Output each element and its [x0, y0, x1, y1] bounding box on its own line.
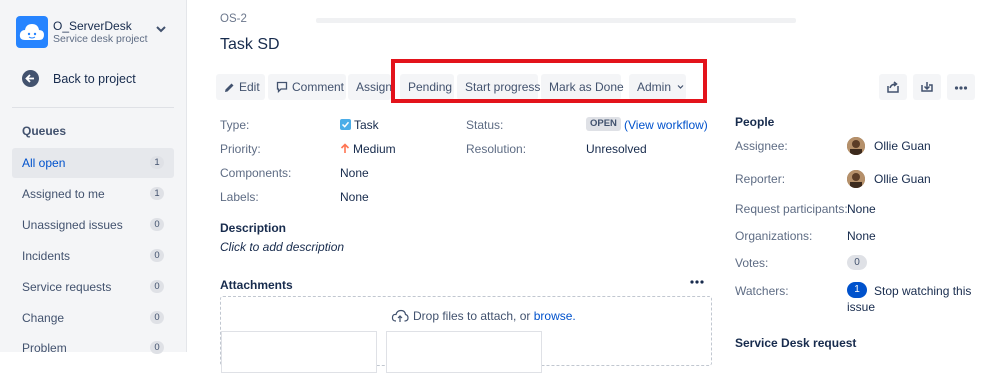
queue-item-change[interactable]: Change 0 [12, 303, 174, 333]
arrow-up-icon [340, 143, 350, 153]
edit-label: Edit [239, 80, 260, 94]
labels-value: None [340, 190, 369, 204]
assignee-label: Assignee: [735, 139, 788, 153]
queue-label: Problem [22, 341, 67, 355]
sidebar-divider [12, 107, 174, 108]
labels-label: Labels: [220, 190, 259, 204]
votes-label: Votes: [735, 256, 769, 270]
attachments-more-icon[interactable] [690, 278, 704, 286]
project-name: O_ServerDesk [53, 19, 132, 33]
queue-count: 1 [150, 156, 164, 169]
status-label: Status: [466, 118, 504, 132]
queue-count: 0 [150, 341, 164, 354]
queue-item-incidents[interactable]: Incidents 0 [12, 241, 174, 271]
attachments-title: Attachments [220, 278, 293, 292]
reporter-label: Reporter: [735, 172, 786, 186]
reporter-value[interactable]: Ollie Guan [874, 172, 931, 186]
back-label: Back to project [53, 72, 136, 86]
queue-label: Service requests [22, 280, 112, 294]
votes-count[interactable]: 0 [847, 255, 867, 270]
project-type: Service desk project [53, 33, 148, 45]
pencil-icon [225, 83, 234, 92]
project-avatar-icon [16, 16, 48, 48]
type-label: Type: [220, 118, 250, 132]
attachment-thumb[interactable] [221, 331, 377, 373]
issue-key[interactable]: OS-2 [220, 13, 247, 25]
queue-item-assigned-to-me[interactable]: Assigned to me 1 [12, 179, 174, 209]
components-value: None [340, 166, 369, 180]
queues-title: Queues [22, 124, 67, 138]
drop-label: Drop files to attach, or [413, 309, 531, 323]
avatar [847, 170, 865, 188]
attachment-thumb[interactable] [386, 331, 542, 373]
cloud-upload-icon [391, 309, 409, 322]
queue-label: Unassigned issues [22, 218, 123, 232]
priority-value: Medium [340, 142, 396, 156]
priority-text: Medium [353, 142, 396, 156]
assignee-value[interactable]: Ollie Guan [874, 139, 931, 153]
queue-count: 1 [150, 187, 164, 200]
export-icon [921, 82, 933, 92]
browse-link[interactable]: browse. [534, 309, 576, 323]
type-value: Task [340, 118, 379, 132]
components-label: Components: [220, 166, 292, 180]
description-field[interactable]: Click to add description [220, 240, 344, 254]
highlight-box [391, 59, 707, 103]
queue-item-unassigned[interactable]: Unassigned issues 0 [12, 210, 174, 240]
issue-view: OS-2 Task SD Edit Comment Assign Pending… [186, 0, 999, 373]
comment-button[interactable]: Comment [268, 74, 346, 100]
queue-label: All open [22, 156, 66, 170]
priority-label: Priority: [220, 142, 261, 156]
export-button[interactable] [913, 74, 941, 100]
queue-count: 0 [150, 218, 164, 231]
avatar [847, 137, 865, 155]
comment-icon [276, 81, 288, 94]
queue-item-all-open[interactable]: All open 1 [12, 148, 174, 178]
stop-watching-link[interactable]: Stop watching this [874, 284, 971, 298]
queue-label: Assigned to me [22, 187, 105, 201]
status-badge: OPEN [586, 117, 621, 131]
queue-count: 0 [150, 249, 164, 262]
more-icon [954, 86, 968, 90]
sidebar: O_ServerDesk Service desk project Back t… [0, 0, 187, 355]
watchers-count: 1 [847, 282, 867, 298]
queue-label: Incidents [22, 249, 71, 263]
queue-label: Change [22, 311, 65, 325]
issue-title[interactable]: Task SD [220, 36, 280, 54]
attachment-dropzone[interactable]: Drop files to attach, or browse. [220, 296, 712, 373]
participants-label: Request participants: [735, 202, 848, 216]
type-text: Task [354, 118, 379, 132]
assign-label: Assign [356, 80, 393, 94]
drop-text: Drop files to attach, or browse. [391, 309, 576, 323]
chevron-down-icon[interactable] [156, 25, 166, 33]
project-switcher[interactable]: O_ServerDesk Service desk project [16, 16, 176, 50]
queue-item-problem[interactable]: Problem 0 [12, 333, 174, 363]
watchers-label: Watchers: [735, 284, 789, 298]
edit-button[interactable]: Edit [216, 74, 265, 100]
breadcrumb-blur [316, 18, 796, 23]
participants-value[interactable]: None [847, 202, 876, 216]
more-actions-button[interactable] [947, 74, 975, 100]
organizations-value[interactable]: None [847, 229, 876, 243]
queue-item-service-requests[interactable]: Service requests 0 [12, 272, 174, 302]
share-button[interactable] [879, 74, 907, 100]
resolution-label: Resolution: [466, 142, 527, 156]
share-icon [887, 81, 899, 93]
task-checkbox-icon [340, 119, 351, 130]
organizations-label: Organizations: [735, 229, 813, 243]
resolution-value: Unresolved [586, 142, 647, 156]
view-workflow-link[interactable]: (View workflow) [624, 118, 708, 132]
people-title: People [735, 115, 775, 129]
arrow-left-icon [22, 70, 39, 87]
stop-watching-link-cont[interactable]: issue [847, 300, 875, 314]
description-title: Description [220, 221, 287, 235]
assign-button[interactable]: Assign [348, 74, 393, 100]
queue-count: 0 [150, 280, 164, 293]
back-to-project-link[interactable]: Back to project [22, 68, 172, 90]
comment-label: Comment [292, 80, 345, 94]
queue-count: 0 [150, 311, 164, 324]
service-desk-request-title: Service Desk request [735, 336, 857, 350]
